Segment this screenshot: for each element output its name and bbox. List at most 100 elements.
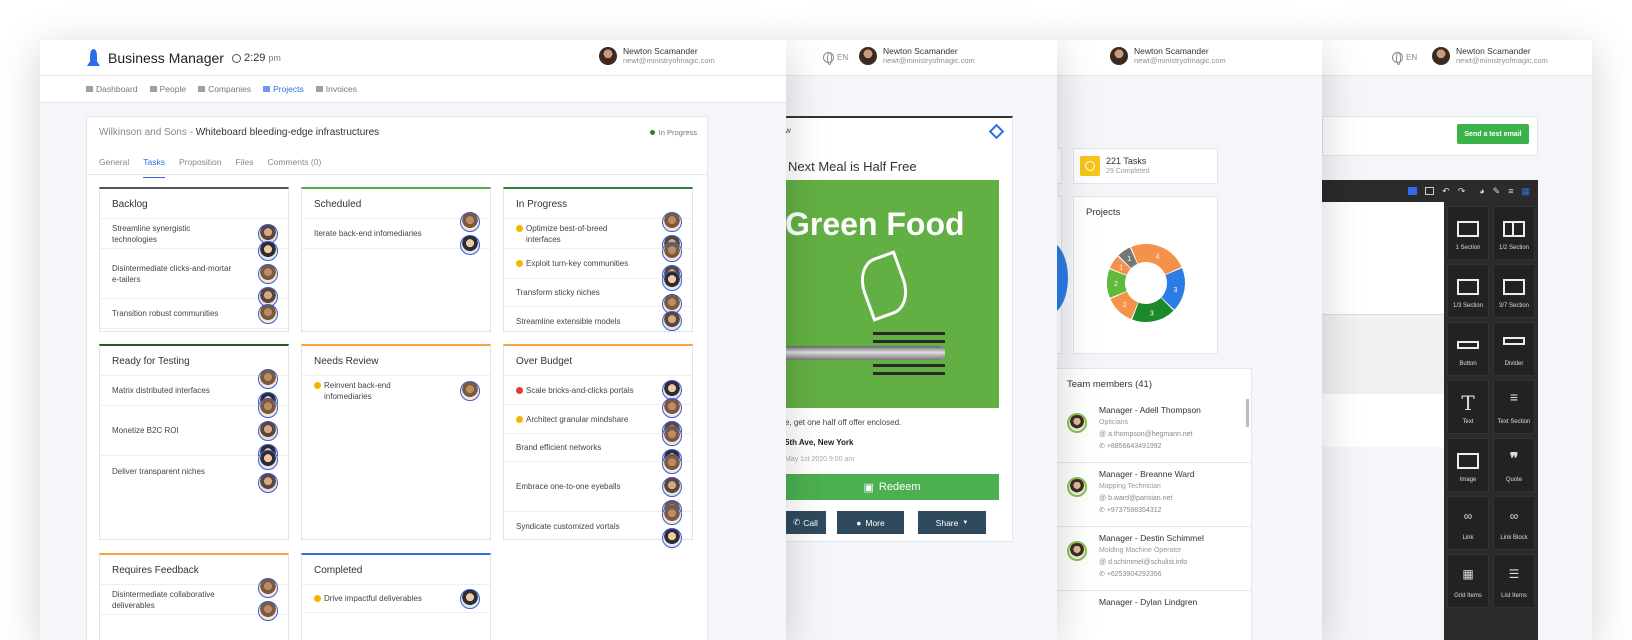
block-label: 1/2 Section: [1498, 245, 1530, 251]
warning-icon: [314, 382, 321, 389]
avatar[interactable]: [258, 263, 278, 284]
redo-icon[interactable]: ↷: [1458, 186, 1466, 197]
task-card[interactable]: Transition robust communities: [100, 299, 288, 329]
task-assignees: [237, 578, 278, 621]
language-switch[interactable]: EN: [823, 52, 848, 65]
list-item[interactable]: Manager - Adell Thompson Opticians @ a.tho…: [1057, 399, 1251, 463]
tasks-completed: 29 Completed: [1106, 168, 1150, 175]
block-list-items[interactable]: ☰ List Items: [1493, 554, 1535, 608]
block-link-block[interactable]: ∞ Link Block: [1493, 496, 1535, 550]
avatar[interactable]: [662, 504, 682, 525]
avatar[interactable]: [662, 426, 682, 446]
more-button[interactable]: ● More: [837, 511, 904, 534]
kanban-column-ready-for-testing: Ready for Testing Matrix distributed int…: [99, 344, 289, 540]
language-switch[interactable]: EN: [1392, 52, 1417, 65]
user-menu[interactable]: Newton Scamander newt@ministryofmagic.com: [859, 46, 975, 65]
member-phone: ✆ +9737588354312: [1099, 507, 1162, 514]
avatar[interactable]: [258, 601, 278, 621]
nav-companies[interactable]: Companies: [198, 84, 251, 94]
kanban-column-completed: Completed Drive impactful deliverables: [301, 553, 491, 640]
share-button[interactable]: Share ▼: [918, 511, 986, 534]
task-card[interactable]: Drive impactful deliverables: [302, 585, 490, 613]
brand[interactable]: Business Manager 2:29 pm: [87, 49, 281, 67]
tasks-stat-card[interactable]: 221 Tasks 29 Completed: [1073, 148, 1218, 184]
desktop-view-icon[interactable]: [1408, 187, 1418, 195]
block-button[interactable]: Button: [1447, 322, 1489, 376]
user-menu[interactable]: Newton Scamander newt@ministryofmagic.com: [1432, 46, 1548, 65]
task-card[interactable]: Reinvent back-end infomediaries: [302, 376, 490, 406]
list-item[interactable]: Manager - Dylan Lindgren: [1057, 591, 1251, 640]
avatar[interactable]: [460, 212, 480, 232]
block-grid-items[interactable]: ▦ Grid Items: [1447, 554, 1489, 608]
avatar[interactable]: [258, 240, 278, 261]
member-name: Manager - Breanne Ward: [1099, 469, 1195, 479]
wrench-icon[interactable]: ✎: [1493, 186, 1501, 197]
undo-icon[interactable]: ↶: [1442, 186, 1450, 197]
avatar[interactable]: [258, 449, 278, 470]
avatar[interactable]: [662, 271, 682, 291]
donut-segment-label: 4: [1156, 253, 1160, 260]
task-card[interactable]: Transform sticky niches: [504, 271, 692, 314]
block-image[interactable]: Image: [1447, 438, 1489, 492]
block-link[interactable]: ∞ Link: [1447, 496, 1489, 550]
block-half-section[interactable]: 1/2 Section: [1493, 206, 1535, 260]
avatar[interactable]: [662, 527, 682, 548]
avatar[interactable]: [258, 303, 278, 324]
block-text-section[interactable]: ≡ Text Section: [1493, 380, 1535, 434]
nav-invoices[interactable]: Invoices: [315, 84, 357, 94]
block-text[interactable]: T Text: [1447, 380, 1489, 434]
avatar[interactable]: [662, 311, 682, 331]
menu-icon[interactable]: ≡: [1508, 186, 1513, 196]
briefcase-icon: [263, 86, 271, 92]
canvas-section[interactable]: [1322, 314, 1444, 394]
task-card[interactable]: Disintermediate collaborative deliverabl…: [100, 578, 288, 621]
builder-canvas[interactable]: [1322, 202, 1444, 447]
block-quote[interactable]: ❞ Quote: [1493, 438, 1535, 492]
block-third-section[interactable]: 1/3 Section: [1447, 264, 1489, 318]
avatar[interactable]: [460, 588, 480, 609]
palette-icon[interactable]: ◕: [1479, 186, 1484, 196]
task-card[interactable]: Streamline extensible models: [504, 307, 692, 335]
avatar[interactable]: [460, 235, 480, 255]
task-card[interactable]: Iterate back-end infomediaries: [302, 212, 490, 255]
avatar[interactable]: [258, 472, 278, 493]
task-card[interactable]: Syndicate customized vortals: [504, 504, 692, 548]
task-card[interactable]: Monetize B2C ROI: [100, 397, 288, 464]
fullscreen-icon[interactable]: [1425, 187, 1435, 195]
avatar: [1067, 413, 1087, 433]
user-menu[interactable]: Newton Scamander newt@ministryofmagic.com: [599, 46, 715, 65]
nav-people[interactable]: People: [149, 84, 186, 94]
avatar[interactable]: [662, 453, 682, 474]
block-37-section[interactable]: 3/7 Section: [1493, 264, 1535, 318]
kanban-column-needs-review: Needs Review Reinvent back-end infomedia…: [301, 344, 491, 540]
call-button[interactable]: ✆ Call: [785, 511, 826, 534]
avatar[interactable]: [258, 369, 278, 389]
avatar[interactable]: [662, 476, 682, 497]
avatar[interactable]: [460, 381, 480, 401]
list-item[interactable]: Manager - Breanne Ward Mapping Technician…: [1057, 463, 1251, 527]
user-menu[interactable]: Newton Scamander newt@ministryofmagic.com: [1110, 46, 1226, 65]
kanban-column-over-budget: Over Budget Scale bricks-and-clicks port…: [503, 344, 693, 548]
block-divider[interactable]: Divider: [1493, 322, 1535, 376]
grid-icon[interactable]: ▦: [1521, 186, 1530, 197]
avatar[interactable]: [662, 212, 682, 232]
status-badge: In Progress: [649, 128, 697, 137]
avatar[interactable]: [258, 420, 278, 441]
partial-donut: [1057, 241, 1068, 315]
list-item[interactable]: Manager - Destin Schimmel Molding Machine…: [1057, 527, 1251, 591]
avatar[interactable]: [662, 242, 682, 262]
task-card[interactable]: Deliver transparent niches: [100, 449, 288, 493]
people-icon: [149, 86, 157, 92]
avatar[interactable]: [662, 397, 682, 418]
avatar[interactable]: [258, 397, 278, 418]
phone-text: +8856643491992: [1106, 443, 1162, 450]
block-1-section[interactable]: 1 Section: [1447, 206, 1489, 260]
address-text: 5th Ave, New York: [785, 438, 854, 447]
task-card[interactable]: Disintermediate clicks-and-mortar e-tail…: [100, 240, 288, 307]
business-manager-window: Business Manager 2:29 pm Newton Scamander…: [40, 40, 786, 640]
redeem-button[interactable]: ▣ Redeem: [785, 474, 999, 500]
nav-projects[interactable]: Projects: [263, 84, 304, 94]
send-test-email-button[interactable]: Send a test email: [1457, 124, 1529, 144]
avatar[interactable]: [258, 578, 278, 598]
nav-dashboard[interactable]: Dashboard: [86, 84, 138, 94]
